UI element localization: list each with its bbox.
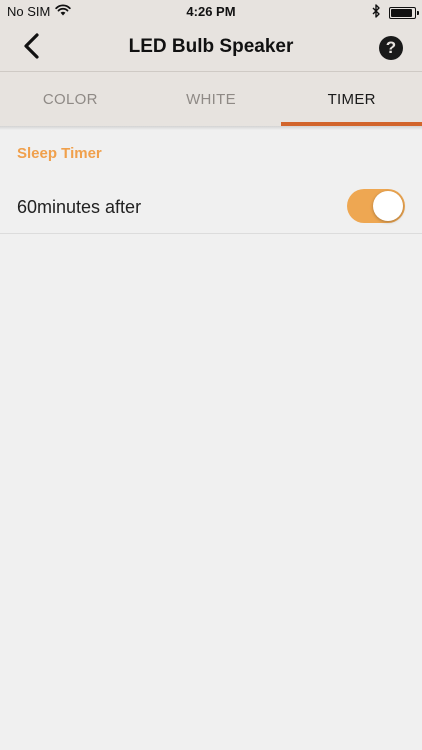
status-right: [372, 4, 419, 21]
tab-timer[interactable]: TIMER: [281, 73, 422, 126]
tab-timer-label: TIMER: [327, 91, 376, 108]
status-bar: No SIM 4:26 PM: [0, 0, 422, 24]
nav-bar: LED Bulb Speaker ?: [0, 24, 422, 72]
tab-color[interactable]: COLOR: [0, 73, 141, 126]
tab-white[interactable]: WHITE: [141, 73, 282, 126]
page-title: LED Bulb Speaker: [128, 36, 294, 57]
sleep-timer-toggle[interactable]: [347, 189, 405, 223]
question-circle-icon: ?: [385, 38, 397, 57]
timer-row-label: 60minutes after: [17, 197, 142, 217]
battery-fill: [391, 8, 412, 17]
toggle-knob: [373, 191, 403, 221]
back-button[interactable]: [16, 32, 48, 64]
bluetooth-icon: [372, 4, 381, 21]
chrome-shadow: [0, 126, 422, 130]
battery-icon: [389, 6, 419, 19]
tab-white-label: WHITE: [186, 91, 236, 108]
tab-bar: COLOR WHITE TIMER: [0, 73, 422, 126]
app-root: No SIM 4:26 PM LED Bulb Speaker ? COLOR …: [0, 0, 422, 750]
timer-row: 60minutes after: [0, 180, 422, 234]
section-header-sleep-timer: Sleep Timer: [17, 145, 102, 162]
chevron-left-icon: [22, 32, 42, 65]
help-button[interactable]: ?: [379, 36, 403, 60]
battery-nub: [417, 10, 419, 15]
tab-color-label: COLOR: [42, 91, 98, 108]
top-chrome: No SIM 4:26 PM LED Bulb Speaker ? COLOR …: [0, 0, 422, 126]
status-time: 4:26 PM: [186, 4, 236, 19]
